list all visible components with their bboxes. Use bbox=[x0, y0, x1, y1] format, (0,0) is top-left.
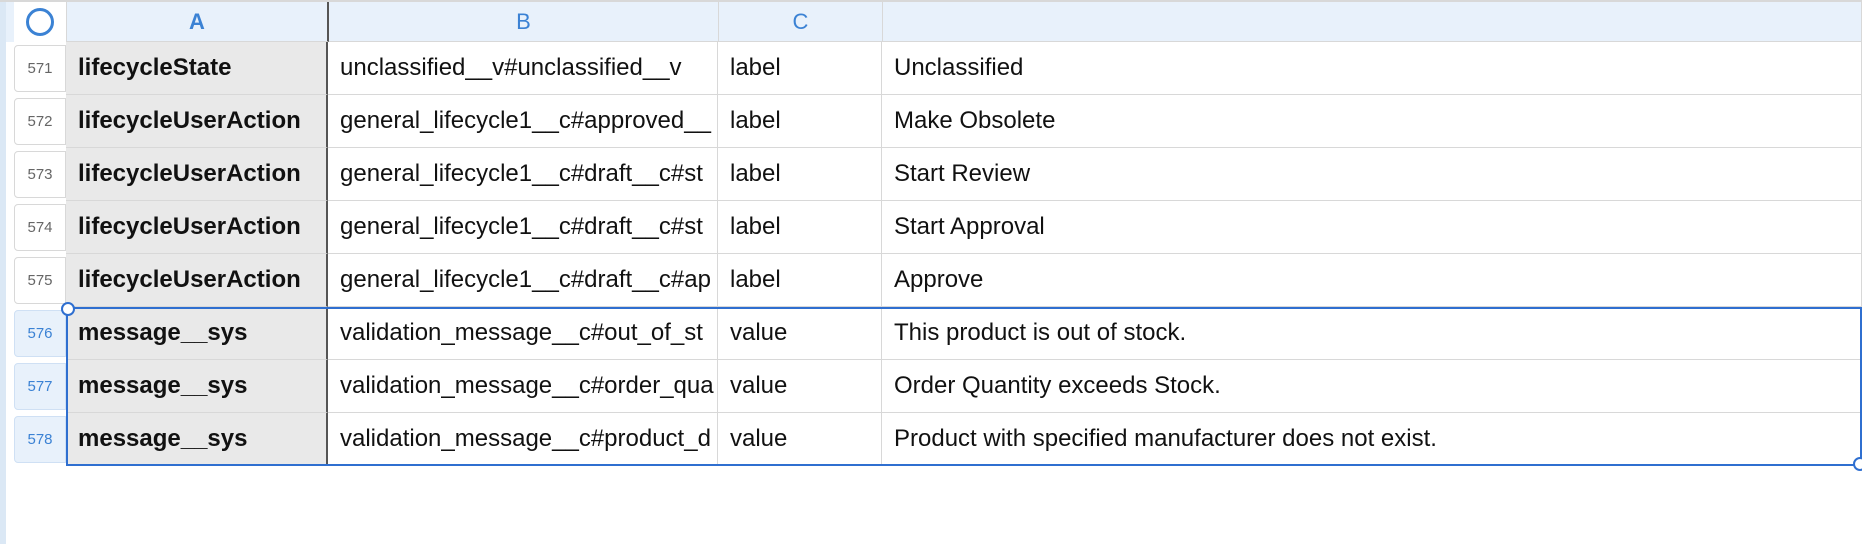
table-row[interactable]: 575lifecycleUserActiongeneral_lifecycle1… bbox=[0, 254, 1862, 307]
column-header-a[interactable]: A bbox=[67, 2, 329, 42]
cell-c[interactable]: label bbox=[718, 254, 882, 307]
cell-a[interactable]: lifecycleState bbox=[66, 42, 328, 95]
spreadsheet[interactable]: A B C 571lifecycleStateunclassified__v#u… bbox=[0, 0, 1862, 544]
cell-c[interactable]: label bbox=[718, 201, 882, 254]
table-row[interactable]: 574lifecycleUserActiongeneral_lifecycle1… bbox=[0, 201, 1862, 254]
cell-a[interactable]: message__sys bbox=[66, 307, 328, 360]
row-number[interactable]: 578 bbox=[14, 416, 66, 463]
cell-b[interactable]: unclassified__v#unclassified__v bbox=[328, 42, 718, 95]
cell-b[interactable]: general_lifecycle1__c#draft__c#ap bbox=[328, 254, 718, 307]
select-all-circle-icon bbox=[26, 8, 54, 36]
column-header-c[interactable]: C bbox=[719, 2, 883, 42]
table-row[interactable]: 572lifecycleUserActiongeneral_lifecycle1… bbox=[0, 95, 1862, 148]
row-number[interactable]: 574 bbox=[14, 204, 66, 251]
cell-b[interactable]: validation_message__c#out_of_st bbox=[328, 307, 718, 360]
select-all-corner[interactable] bbox=[14, 2, 67, 42]
cell-c[interactable]: value bbox=[718, 360, 882, 413]
selection-handle-bottom-right[interactable] bbox=[1853, 457, 1862, 471]
row-number[interactable]: 576 bbox=[14, 310, 66, 357]
table-row[interactable]: 571lifecycleStateunclassified__v#unclass… bbox=[0, 42, 1862, 95]
table-row[interactable]: 576message__sysvalidation_message__c#out… bbox=[0, 307, 1862, 360]
rows-container: 571lifecycleStateunclassified__v#unclass… bbox=[0, 42, 1862, 466]
row-number[interactable]: 577 bbox=[14, 363, 66, 410]
column-header-d[interactable] bbox=[883, 2, 1862, 42]
cell-d[interactable]: Start Review bbox=[882, 148, 1862, 201]
table-row[interactable]: 573lifecycleUserActiongeneral_lifecycle1… bbox=[0, 148, 1862, 201]
row-number[interactable]: 572 bbox=[14, 98, 66, 145]
cell-c[interactable]: label bbox=[718, 95, 882, 148]
cell-a[interactable]: lifecycleUserAction bbox=[66, 148, 328, 201]
cell-b[interactable]: validation_message__c#order_qua bbox=[328, 360, 718, 413]
cell-b[interactable]: general_lifecycle1__c#approved__ bbox=[328, 95, 718, 148]
cell-b[interactable]: validation_message__c#product_d bbox=[328, 413, 718, 466]
table-row[interactable]: 578message__sysvalidation_message__c#pro… bbox=[0, 413, 1862, 466]
cell-a[interactable]: lifecycleUserAction bbox=[66, 95, 328, 148]
table-row[interactable]: 577message__sysvalidation_message__c#ord… bbox=[0, 360, 1862, 413]
cell-d[interactable]: Start Approval bbox=[882, 201, 1862, 254]
cell-c[interactable]: value bbox=[718, 307, 882, 360]
cell-a[interactable]: lifecycleUserAction bbox=[66, 254, 328, 307]
cell-a[interactable]: lifecycleUserAction bbox=[66, 201, 328, 254]
cell-d[interactable]: This product is out of stock. bbox=[882, 307, 1862, 360]
cell-c[interactable]: value bbox=[718, 413, 882, 466]
cell-a[interactable]: message__sys bbox=[66, 413, 328, 466]
row-number[interactable]: 573 bbox=[14, 151, 66, 198]
cell-d[interactable]: Unclassified bbox=[882, 42, 1862, 95]
cell-d[interactable]: Product with specified manufacturer does… bbox=[882, 413, 1862, 466]
row-number[interactable]: 571 bbox=[14, 45, 66, 92]
cell-d[interactable]: Make Obsolete bbox=[882, 95, 1862, 148]
cell-c[interactable]: label bbox=[718, 148, 882, 201]
cell-d[interactable]: Order Quantity exceeds Stock. bbox=[882, 360, 1862, 413]
cell-c[interactable]: label bbox=[718, 42, 882, 95]
cell-b[interactable]: general_lifecycle1__c#draft__c#st bbox=[328, 148, 718, 201]
cell-b[interactable]: general_lifecycle1__c#draft__c#st bbox=[328, 201, 718, 254]
selection-block: 576message__sysvalidation_message__c#out… bbox=[0, 307, 1862, 466]
cell-d[interactable]: Approve bbox=[882, 254, 1862, 307]
selection-handle-top-left[interactable] bbox=[61, 302, 75, 316]
row-number[interactable]: 575 bbox=[14, 257, 66, 304]
column-header-row: A B C bbox=[0, 2, 1862, 42]
cell-a[interactable]: message__sys bbox=[66, 360, 328, 413]
column-header-b[interactable]: B bbox=[329, 2, 719, 42]
